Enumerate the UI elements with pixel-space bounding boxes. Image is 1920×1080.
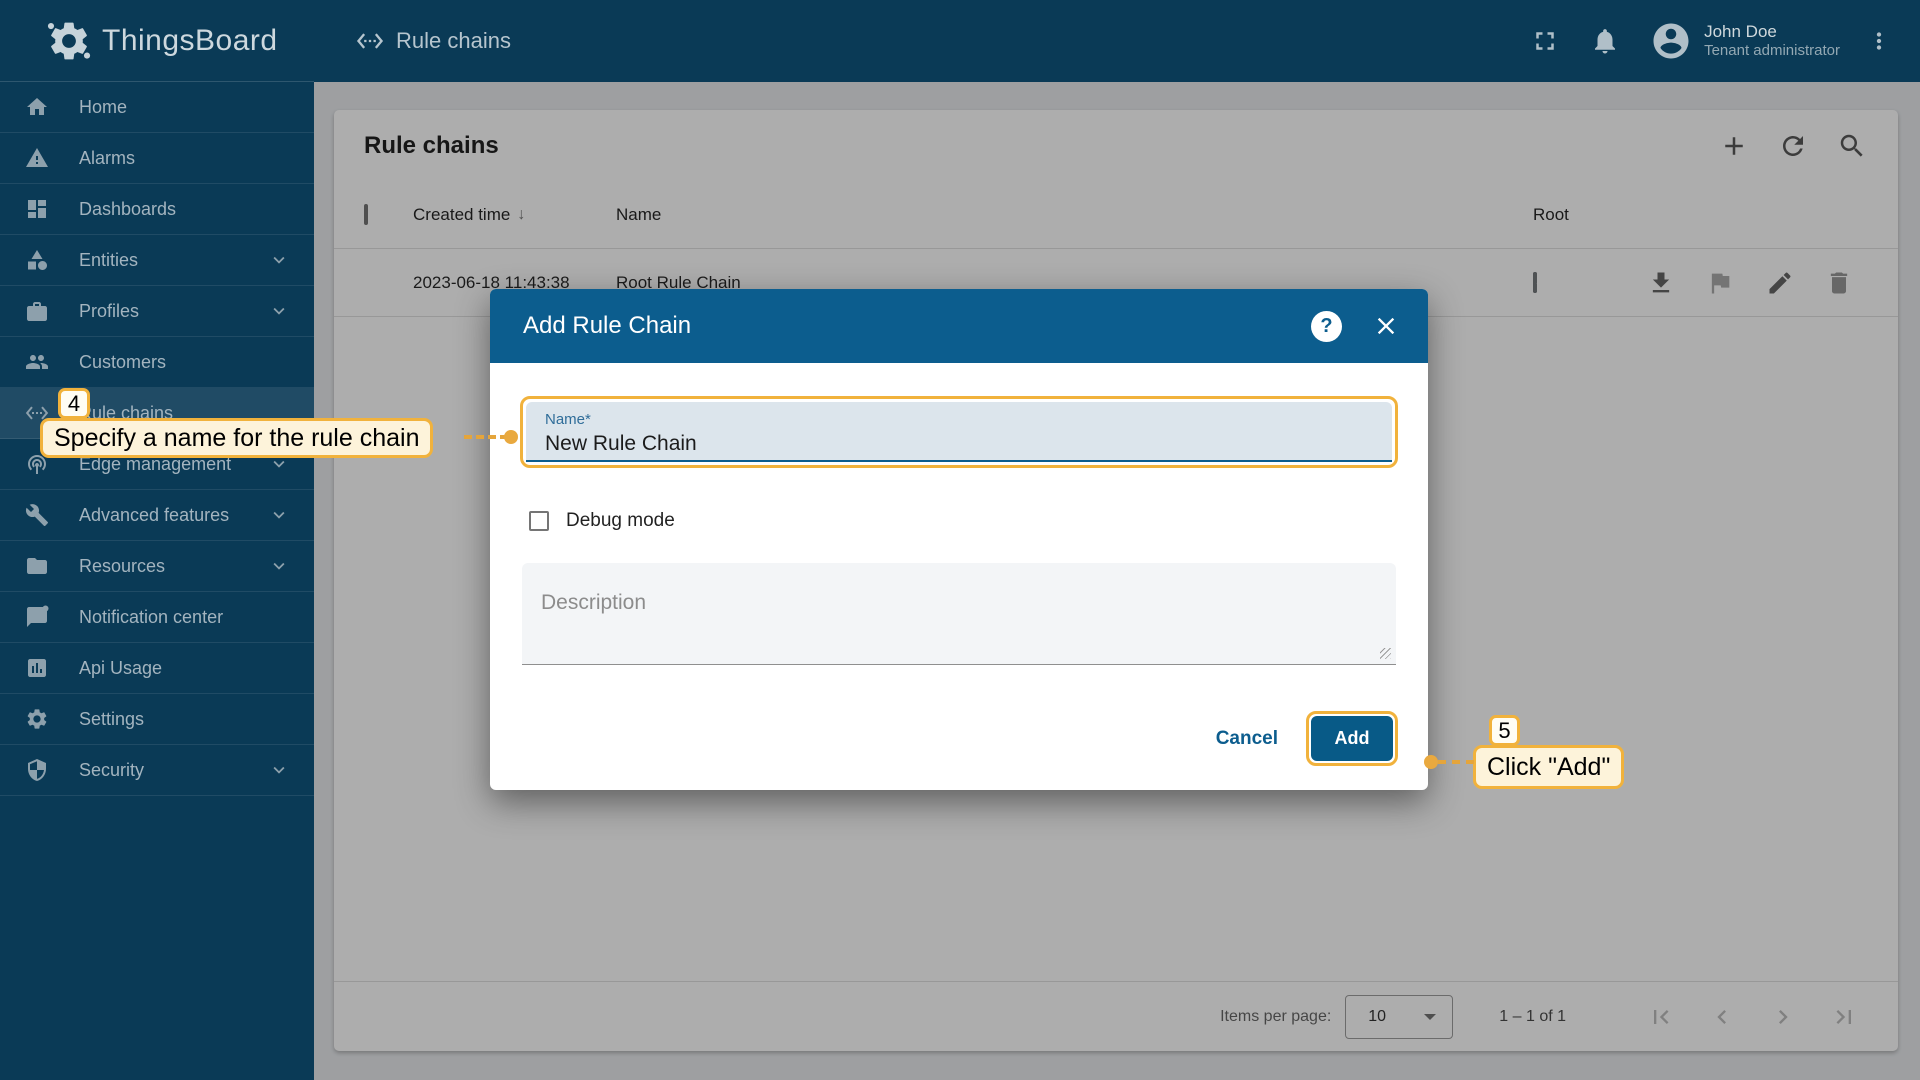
step-4-callout: Specify a name for the rule chain <box>40 418 433 458</box>
fullscreen-icon[interactable] <box>1530 26 1560 56</box>
step-5-connector-dot <box>1424 755 1438 769</box>
description-field <box>522 563 1396 665</box>
sidebar-item-advanced-features[interactable]: Advanced features <box>0 490 314 541</box>
dialog-header: Add Rule Chain ? <box>490 289 1428 363</box>
sidebar-item-label: Security <box>79 760 144 781</box>
resize-grip[interactable] <box>1380 648 1391 659</box>
gear-icon <box>25 707 49 731</box>
sidebar-item-label: Resources <box>79 556 165 577</box>
sidebar-item-settings[interactable]: Settings <box>0 694 314 745</box>
rule-chain-icon <box>356 27 384 55</box>
sidebar-item-label: Home <box>79 97 127 118</box>
sidebar-item-label: Entities <box>79 250 138 271</box>
step-5-badge: 5 <box>1489 715 1520 746</box>
sidebar-item-label: Alarms <box>79 148 135 169</box>
sidebar-item-label: Notification center <box>79 607 223 628</box>
sidebar-item-notification-center[interactable]: Notification center <box>0 592 314 643</box>
step-5-callout: Click "Add" <box>1473 745 1624 789</box>
sidebar-item-api-usage[interactable]: Api Usage <box>0 643 314 694</box>
sidebar-item-label: Dashboards <box>79 199 176 220</box>
debug-mode-checkbox[interactable] <box>529 511 549 531</box>
sidebar-item-home[interactable]: Home <box>0 82 314 133</box>
help-icon[interactable]: ? <box>1311 311 1342 342</box>
chevron-down-icon <box>268 504 290 526</box>
warning-icon <box>25 146 49 170</box>
user-role: Tenant administrator <box>1704 42 1840 61</box>
sidebar-item-alarms[interactable]: Alarms <box>0 133 314 184</box>
name-field-label: Name* <box>545 411 1392 428</box>
sidebar-item-label: Api Usage <box>79 658 162 679</box>
message-icon <box>25 605 49 629</box>
home-icon <box>25 95 49 119</box>
dialog-title: Add Rule Chain <box>523 312 691 340</box>
dialog-footer: Cancel Add <box>1202 711 1398 766</box>
sidebar-item-customers[interactable]: Customers <box>0 337 314 388</box>
add-rule-chain-dialog: Add Rule Chain ? Name* Debug mode Cancel <box>490 289 1428 790</box>
topbar: Rule chains John Doe Tenant administrato… <box>314 0 1920 82</box>
sidebar-item-label: Profiles <box>79 301 139 322</box>
sidebar-item-dashboards[interactable]: Dashboards <box>0 184 314 235</box>
dashboard-icon <box>25 197 49 221</box>
app-window: ThingsBoard Home Alarms Dashboards Entit… <box>0 0 1920 1080</box>
name-field[interactable]: Name* <box>526 402 1392 462</box>
debug-mode-label: Debug mode <box>566 510 675 532</box>
name-field-highlight-ring: Name* <box>520 396 1398 468</box>
sidebar-item-profiles[interactable]: Profiles <box>0 286 314 337</box>
close-icon[interactable] <box>1372 312 1400 340</box>
brand-name: ThingsBoard <box>102 24 278 58</box>
chevron-down-icon <box>268 300 290 322</box>
sidebar-item-resources[interactable]: Resources <box>0 541 314 592</box>
sidebar: ThingsBoard Home Alarms Dashboards Entit… <box>0 0 314 1080</box>
dialog-body: Name* Debug mode Cancel Add <box>490 363 1428 790</box>
user-avatar[interactable] <box>1650 20 1692 62</box>
step-4-badge: 4 <box>58 388 90 419</box>
cancel-button[interactable]: Cancel <box>1202 718 1292 760</box>
folder-icon <box>25 554 49 578</box>
user-name: John Doe <box>1704 21 1840 42</box>
logo: ThingsBoard <box>0 0 314 82</box>
entities-icon <box>25 248 49 272</box>
sidebar-item-label: Advanced features <box>79 505 229 526</box>
chevron-down-icon <box>268 249 290 271</box>
user-info: John Doe Tenant administrator <box>1704 21 1840 61</box>
notifications-bell-icon[interactable] <box>1590 26 1620 56</box>
sidebar-item-label: Settings <box>79 709 144 730</box>
chart-icon <box>25 656 49 680</box>
step-4-connector <box>464 435 508 439</box>
sidebar-item-entities[interactable]: Entities <box>0 235 314 286</box>
chevron-down-icon <box>268 555 290 577</box>
thingsboard-logo-icon <box>46 18 92 64</box>
wrench-icon <box>25 503 49 527</box>
add-button[interactable]: Add <box>1311 716 1393 761</box>
shield-icon <box>25 758 49 782</box>
page-title: Rule chains <box>396 28 511 54</box>
step-5-connector <box>1438 760 1474 764</box>
description-textarea[interactable] <box>522 563 1396 664</box>
profiles-icon <box>25 299 49 323</box>
chevron-down-icon <box>268 759 290 781</box>
sidebar-item-security[interactable]: Security <box>0 745 314 796</box>
sidebar-item-label: Customers <box>79 352 166 373</box>
step-4-connector-dot <box>504 430 518 444</box>
debug-mode-row: Debug mode <box>529 510 675 532</box>
add-button-highlight-ring: Add <box>1306 711 1398 766</box>
more-vert-icon[interactable] <box>1866 28 1892 54</box>
name-input[interactable] <box>545 432 1350 456</box>
people-icon <box>25 350 49 374</box>
